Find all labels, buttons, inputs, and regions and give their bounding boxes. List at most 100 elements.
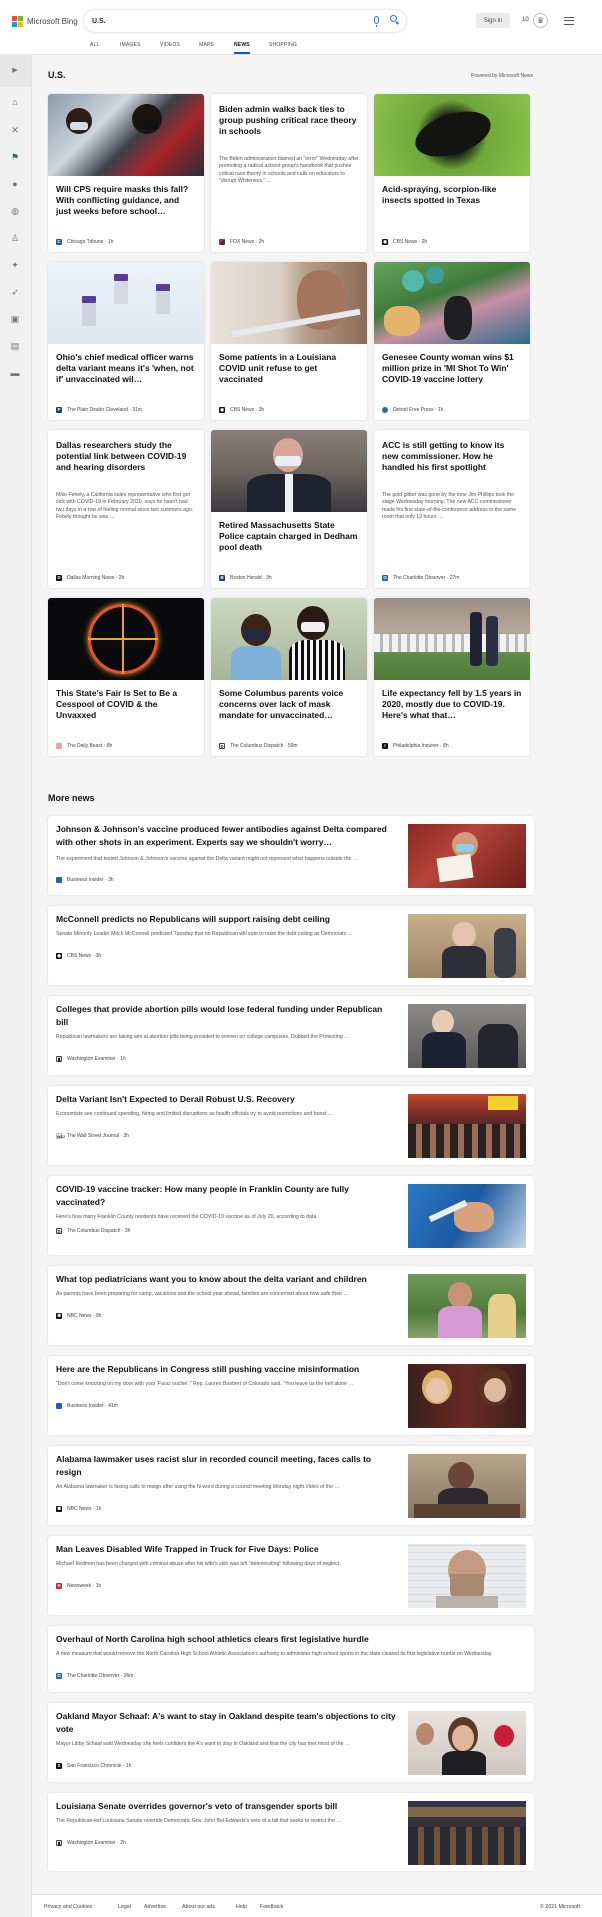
news-card[interactable]: Biden admin walks back ties to group pus… [211,94,367,252]
news-card[interactable]: Some Columbus parents voice concerns ove… [211,598,367,756]
news-card-title[interactable]: Will CPS require masks this fall? With c… [56,184,196,228]
news-list-item[interactable]: COVID-19 vaccine tracker: How many peopl… [48,1176,534,1255]
news-list-item[interactable]: McConnell predicts no Republicans will s… [48,906,534,985]
tab-images[interactable]: IMAGES [120,42,141,48]
news-card[interactable]: This State's Fair Is Set to Be a Cesspoo… [48,598,204,756]
news-list-item[interactable]: Colleges that provide abortion pills wou… [48,996,534,1075]
news-list-item[interactable]: Johnson & Johnson's vaccine produced few… [48,816,534,895]
entertainment-icon[interactable]: ▣ [10,314,20,324]
bing-logo[interactable]: Microsoft Bing [12,15,78,27]
business-icon[interactable]: ▤ [10,341,20,351]
news-card-title[interactable]: Retired Massachusetts State Police capta… [219,520,359,564]
dallas-morning-news-logo-icon: D [56,575,62,581]
chevron-right-icon: ▶ [12,67,18,74]
tab-videos[interactable]: VIDEOS [160,42,180,48]
news-list-item[interactable]: Here are the Republicans in Congress sti… [48,1356,534,1435]
home-icon[interactable]: ⌂ [10,97,20,107]
news-item-title[interactable]: Overhaul of North Carolina high school a… [56,1633,526,1647]
chicago-tribune-logo-icon: C [56,239,62,245]
news-card[interactable]: ACC is still getting to know its new com… [374,430,530,588]
news-card-snippet: Mike Fehely, a California sales represen… [56,492,194,521]
news-item-title[interactable]: Louisiana Senate overrides governor's ve… [56,1800,396,1814]
powered-by-label[interactable]: Powered by Microsoft News [471,73,533,79]
politics-icon[interactable]: ♙ [10,233,20,243]
news-list-item[interactable]: Delta Variant Isn't Expected to Derail R… [48,1086,534,1165]
news-item-title[interactable]: Man Leaves Disabled Wife Trapped in Truc… [56,1543,396,1557]
tab-news[interactable]: NEWS [234,42,250,54]
news-card-title[interactable]: Dallas researchers study the potential l… [56,440,196,484]
rewards-trophy-icon[interactable]: ♛ [533,13,548,28]
news-card[interactable]: Ohio's chief medical officer warns delta… [48,262,204,420]
news-item-title[interactable]: Johnson & Johnson's vaccine produced few… [56,823,396,849]
search-icon[interactable] [390,15,397,22]
us-flag-icon[interactable]: ⚑ [10,152,20,162]
footer-link-feedback[interactable]: Feedback [260,1904,283,1910]
news-card[interactable]: Will CPS require masks this fall? With c… [48,94,204,252]
footer-link-advertise[interactable]: Advertise [144,1904,166,1910]
footer-link-privacy[interactable]: Privacy and Cookies [44,1904,92,1910]
news-card-title[interactable]: Ohio's chief medical officer warns delta… [56,352,196,396]
search-input[interactable] [92,17,362,25]
news-card-title[interactable]: Acid-spraying, scorpion-like insects spo… [382,184,522,228]
news-item-snippet: As parents have been preparing for camp,… [56,1291,349,1297]
science-icon[interactable]: ➶ [10,287,20,297]
news-item-source: ♜ Washington Examiner · 2h [56,1840,126,1846]
news-list-item[interactable]: Oakland Mayor Schaaf: A's want to stay i… [48,1703,534,1782]
news-card[interactable]: Dallas researchers study the potential l… [48,430,204,588]
news-card[interactable]: Genesee County woman wins $1 million pri… [374,262,530,420]
news-card-title[interactable]: Genesee County woman wins $1 million pri… [382,352,522,396]
news-list-item[interactable]: What top pediatricians want you to know … [48,1266,534,1345]
news-item-thumbnail [408,914,526,978]
news-item-snippet: An Alabama lawmaker is facing calls to r… [56,1484,340,1490]
news-card-title[interactable]: Life expectancy fell by 1.5 years in 202… [382,688,522,732]
tab-all[interactable]: ALL [90,42,100,48]
news-list-item[interactable]: Overhaul of North Carolina high school a… [48,1626,534,1692]
news-item-title[interactable]: Oakland Mayor Schaaf: A's want to stay i… [56,1710,396,1736]
sports-icon[interactable]: ✦ [10,260,20,270]
search-box[interactable] [84,10,406,32]
news-list-item[interactable]: Louisiana Senate overrides governor's ve… [48,1793,534,1871]
news-card[interactable]: Acid-spraying, scorpion-like insects spo… [374,94,530,252]
news-list-item[interactable]: Alabama lawmaker uses racist slur in rec… [48,1446,534,1525]
footer-link-help[interactable]: Help [236,1904,247,1910]
news-item-title[interactable]: Delta Variant Isn't Expected to Derail R… [56,1093,396,1107]
news-item-title[interactable]: What top pediatricians want you to know … [56,1273,396,1287]
news-card-title[interactable]: This State's Fair Is Set to Be a Cesspoo… [56,688,196,732]
news-card-image [374,598,530,680]
news-item-title[interactable]: Alabama lawmaker uses racist slur in rec… [56,1453,396,1479]
news-item-title[interactable]: COVID-19 vaccine tracker: How many peopl… [56,1183,396,1209]
tools-icon[interactable]: ✕ [10,125,20,135]
news-item-title[interactable]: Colleges that provide abortion pills wou… [56,1003,396,1029]
tab-shopping[interactable]: SHOPPING [269,42,297,48]
charlotte-observer-logo-icon: O [382,575,388,581]
news-item-snippet: Economists see continued spending, hirin… [56,1111,334,1117]
globe-icon[interactable]: ◍ [10,206,20,216]
news-card-title[interactable]: ACC is still getting to know its new com… [382,440,522,484]
footer-link-legal[interactable]: Legal [118,1904,131,1910]
sign-in-button[interactable]: Sign in [476,13,510,28]
rewards-points[interactable]: 10 [522,17,529,23]
news-item-title[interactable]: Here are the Republicans in Congress sti… [56,1363,396,1377]
technology-icon[interactable]: ▬ [10,368,20,378]
news-card-title[interactable]: Some patients in a Louisiana COVID unit … [219,352,359,396]
plain-dealer-logo-icon: P [56,407,62,413]
location-pin-icon[interactable]: ● [10,179,20,189]
news-card-image [48,262,204,344]
news-card-source: D The Columbus Dispatch · 50m [219,743,298,749]
news-card-title[interactable]: Some Columbus parents voice concerns ove… [219,688,359,732]
news-item-title[interactable]: McConnell predicts no Republicans will s… [56,913,396,927]
news-item-thumbnail [408,1711,526,1775]
news-card[interactable]: Retired Massachusetts State Police capta… [211,430,367,588]
sidebar-expand-button[interactable]: ▶ [0,55,31,87]
footer-link-about-ads[interactable]: About our ads [182,1904,215,1910]
menu-icon[interactable] [564,17,574,25]
tab-maps[interactable]: MAPS [199,42,214,48]
news-item-thumbnail [408,1004,526,1068]
news-list-item[interactable]: Man Leaves Disabled Wife Trapped in Truc… [48,1536,534,1615]
news-card-title[interactable]: Biden admin walks back ties to group pus… [219,104,359,148]
news-item-snippet: Senate Minority Leader Mitch McConnell p… [56,931,353,937]
news-card[interactable]: Some patients in a Louisiana COVID unit … [211,262,367,420]
microphone-icon[interactable] [374,16,379,27]
news-card[interactable]: Life expectancy fell by 1.5 years in 202… [374,598,530,756]
detroit-free-press-logo-icon [382,407,388,413]
